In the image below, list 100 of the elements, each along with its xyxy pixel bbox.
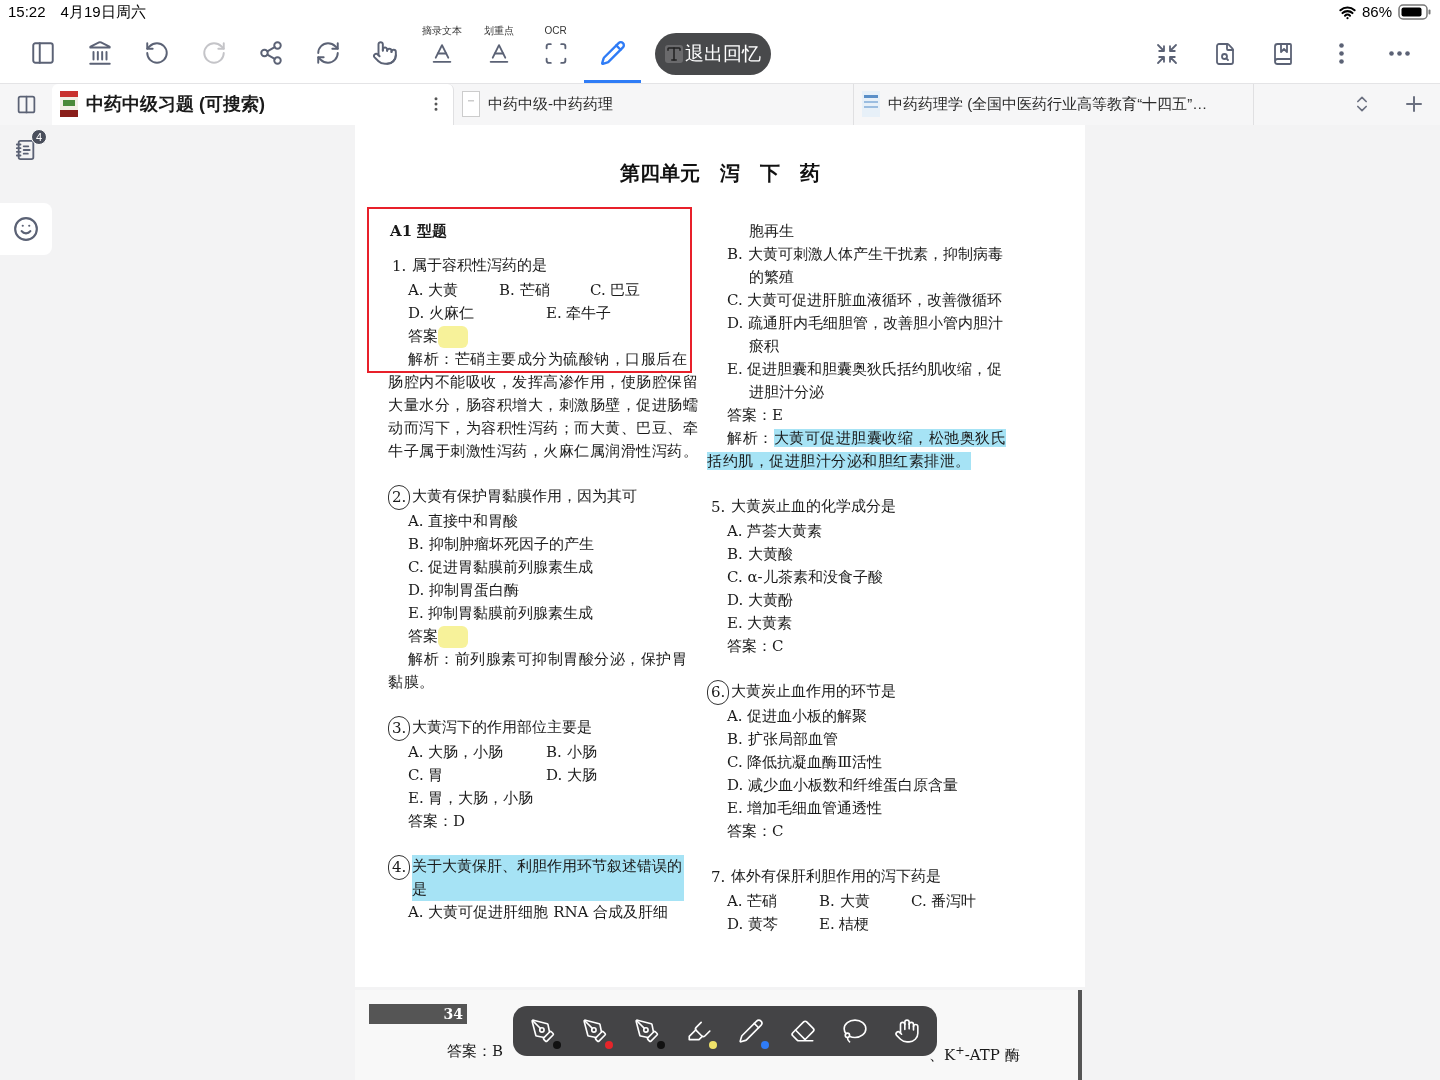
- option-text: E. 桔梗: [819, 914, 871, 935]
- option-text: B. 小肠: [546, 742, 598, 763]
- question-text: 体外有保肝利胆作用的泻下药是: [731, 866, 943, 887]
- status-date: 4月19日周六: [60, 2, 146, 23]
- option-text: D. 大肠: [546, 765, 599, 786]
- book-cover-icon: [60, 91, 78, 118]
- vertical-dots-icon: [1338, 43, 1344, 65]
- option-text: A. 大黄可促进肝细胞 RNA 合成及肝细: [408, 902, 670, 923]
- book-cover-icon: [862, 91, 880, 118]
- tab-title: 中药中级习题 (可搜索): [86, 92, 266, 116]
- option-text: 胞再生: [749, 222, 794, 240]
- option-text: A. 大肠，小肠: [408, 742, 505, 763]
- option-text: D. 黄芩: [727, 914, 780, 935]
- unit-title: 第四单元 泻 下 药: [620, 161, 820, 185]
- pen-nib-icon: [582, 1018, 608, 1044]
- question-text: 大黄炭止血的化学成分是: [731, 496, 898, 517]
- option-text: B. 大黄酸: [727, 544, 794, 565]
- emoji-button[interactable]: [0, 203, 52, 255]
- option-text: C. 巴豆: [590, 280, 642, 301]
- rotate-arrows-icon: [314, 39, 341, 66]
- option-text: B. 大黄: [819, 891, 871, 912]
- option-text: C. 促进胃黏膜前列腺素生成: [408, 557, 595, 578]
- notebook-icon[interactable]: [15, 139, 37, 161]
- option-text: A. 促进血小板的解聚: [727, 706, 869, 727]
- document-tab[interactable]: 中药中级习题 (可搜索): [52, 83, 454, 125]
- option-text: A. 直接中和胃酸: [408, 511, 520, 532]
- answer-text: 答案：C: [727, 821, 784, 842]
- document-search-icon: [1213, 41, 1237, 66]
- pointing-hand-icon: [371, 39, 398, 66]
- option-text: D. 大黄酚: [727, 590, 795, 611]
- tab-title: 中药药理学 (全国中医药行业高等教育“十四五”…: [888, 94, 1209, 115]
- toolbar-button[interactable]: 划重点: [470, 24, 527, 83]
- option-text: C. 胃: [408, 765, 445, 786]
- answer-text: 答案: [408, 626, 438, 647]
- option-text: C. 番泻叶: [911, 891, 978, 912]
- answer-text: 答案：E: [727, 405, 783, 426]
- option-text: A. 大黄: [408, 280, 460, 301]
- question-number: 7.: [710, 867, 727, 888]
- option-text: D. 火麻仁: [408, 303, 476, 324]
- answer-text: 答案：C: [727, 636, 784, 657]
- bookmark-book-icon: [1271, 41, 1295, 66]
- pencil-icon: [738, 1018, 764, 1044]
- redo-icon: [200, 39, 227, 66]
- option-text: B. 芒硝: [499, 280, 551, 301]
- toolbar-button[interactable]: OCR: [527, 24, 584, 83]
- text-box-icon: [665, 44, 683, 63]
- collapse-arrows-icon: [1155, 41, 1179, 66]
- option-text: A. 芦荟大黄素: [727, 521, 824, 542]
- section-heading: A1 型题: [390, 222, 448, 240]
- status-time: 15:22: [8, 2, 46, 23]
- option-text: E. 抑制胃黏膜前列腺素生成: [408, 603, 595, 624]
- eraser-icon: [790, 1018, 816, 1044]
- page-number-stamp: 34: [369, 1004, 467, 1024]
- option-text: D. 抑制胃蛋白酶: [408, 580, 521, 601]
- option-text: E. 大黄素: [727, 613, 794, 634]
- option-text: E. 促进胆囊和胆囊奥狄氏括约肌收缩，促进胆汁分泌: [727, 359, 1004, 403]
- lasso-icon: [842, 1018, 868, 1044]
- option-text: B. 扩张局部血管: [727, 729, 839, 750]
- exit-recall-button[interactable]: 退出回忆: [655, 32, 771, 75]
- option-text: D. 疏通肝内毛细胆管，改善胆小管内胆汁瘀积: [727, 313, 1005, 357]
- sidebar-toggle-icon: [29, 39, 56, 66]
- option-text: A. 芒硝: [727, 891, 779, 912]
- option-text: E. 增加毛细血管通透性: [727, 798, 884, 819]
- notes-count-badge: 4: [31, 129, 47, 145]
- book-cover-icon: [462, 91, 480, 118]
- question-text: 大黄有保护胃黏膜作用，因为其可: [412, 486, 639, 507]
- analysis-text: 解析：芒硝主要成分为硫酸钠，口服后在肠腔内不能吸收，发挥高渗作用，使肠腔保留大量水分，肠容积增大，刺激肠壁，促进肠蠕动而泻下，为容积性泻药；而大黄、巴豆、牵牛子属于刺激性泻药，火麻仁属润滑性泻药。: [388, 349, 698, 462]
- question-number: 1.: [391, 256, 408, 277]
- battery-icon: [1398, 4, 1432, 21]
- option-text: E. 胃，大肠，小肠: [408, 788, 535, 809]
- tab-title: 中药中级-中药药理: [488, 94, 614, 115]
- pen-nib-icon: [634, 1018, 660, 1044]
- question-text: 属于容积性泻药的是: [412, 255, 549, 276]
- pen-icon: [599, 39, 626, 66]
- analysis-text: 解析：前列腺素可抑制胃酸分泌，保护胃黏膜。: [388, 649, 688, 693]
- question-text: 大黄炭止血作用的环节是: [731, 681, 898, 702]
- answer-text: 答案：B: [447, 1041, 504, 1062]
- analysis-text: 解析：大黄可促进胆囊收缩，松弛奥狄氏括约肌，促进胆汁分泌和胆红素排泄。: [707, 428, 1007, 472]
- option-text: C. α-儿茶素和没食子酸: [727, 567, 884, 588]
- more-icon: [1388, 51, 1410, 57]
- pen-nib-icon: [530, 1018, 556, 1044]
- battery-percent: 86%: [1361, 2, 1392, 23]
- option-text: C. 降低抗凝血酶Ⅲ活性: [727, 752, 883, 773]
- share-nodes-icon: [257, 39, 284, 66]
- option-text: B. 抑制肿瘤坏死因子的产生: [408, 534, 595, 555]
- wifi-icon: [1338, 3, 1356, 21]
- undo-icon: [143, 39, 170, 66]
- question-number: 5.: [710, 497, 727, 518]
- hand-icon: [894, 1018, 920, 1044]
- answer-text: 答案: [408, 326, 438, 347]
- option-text: C. 大黄可促进肝脏血液循环，改善微循环: [727, 290, 1004, 311]
- option-text: 、K$^{+}$-ATP 酶: [929, 1044, 1020, 1066]
- option-text: B. 大黄可刺激人体产生干扰素，抑制病毒的繁殖: [727, 244, 1004, 288]
- question-text: 关于大黄保肝、利胆作用环节叙述错误的是: [412, 855, 685, 901]
- answer-text: 答案：D: [408, 811, 466, 832]
- toolbar-button[interactable]: 摘录文本: [413, 24, 470, 83]
- option-text: E. 牵牛子: [546, 303, 613, 324]
- split-view-icon: [15, 93, 37, 115]
- option-text: D. 减少血小板数和纤维蛋白原含量: [727, 775, 960, 796]
- question-text: 大黄泻下的作用部位主要是: [412, 717, 594, 738]
